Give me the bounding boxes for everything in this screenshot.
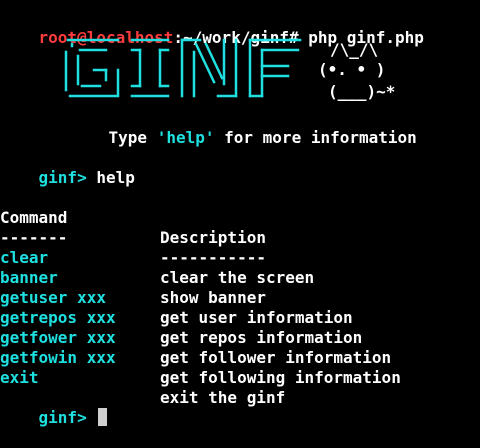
input-line[interactable]: ginf> bbox=[0, 388, 108, 427]
entered-command: help bbox=[96, 168, 135, 187]
help-table-header: Command Description bbox=[0, 188, 480, 247]
ginf-banner-logo: /\_/\ (•. • ) (___)~* bbox=[60, 30, 400, 110]
text-cursor bbox=[98, 408, 108, 426]
ginf-prompt: ginf> bbox=[38, 168, 87, 187]
ginf-prompt: ginf> bbox=[38, 408, 87, 427]
table-row: getfower xxx get follower information bbox=[0, 308, 480, 367]
hint-suffix: for more information bbox=[214, 128, 417, 147]
table-row: exit exit the ginf bbox=[0, 348, 480, 407]
cat-body-line: (___)~* bbox=[328, 82, 396, 101]
table-row: clear clear the screen bbox=[0, 228, 480, 287]
row-description: exit the ginf bbox=[160, 388, 286, 407]
row-description: get following information bbox=[160, 368, 401, 387]
ginf-logo-art bbox=[64, 38, 302, 98]
help-command-line: ginf> help bbox=[0, 148, 135, 187]
help-hint: Type 'help' for more information bbox=[70, 108, 417, 147]
shell-command-line: root@localhost:~/work/ginf# php ginf.php bbox=[0, 8, 424, 47]
help-table-rule: ------- ----------- bbox=[0, 208, 480, 267]
table-row: banner show banner bbox=[0, 248, 480, 307]
terminal-window[interactable]: root@localhost:~/work/ginf# php ginf.php bbox=[0, 0, 480, 432]
hint-prefix: Type bbox=[108, 128, 157, 147]
cat-ear-line: /\_/\ bbox=[330, 40, 379, 59]
table-row: getfowin xxx get following information bbox=[0, 328, 480, 387]
hint-keyword: 'help' bbox=[156, 128, 215, 147]
row-command: exit bbox=[0, 368, 39, 387]
cat-face-line: (•. • ) bbox=[318, 60, 386, 79]
table-row: getrepos xxx get repos information bbox=[0, 288, 480, 347]
table-row: getuser xxx get user information bbox=[0, 268, 480, 327]
